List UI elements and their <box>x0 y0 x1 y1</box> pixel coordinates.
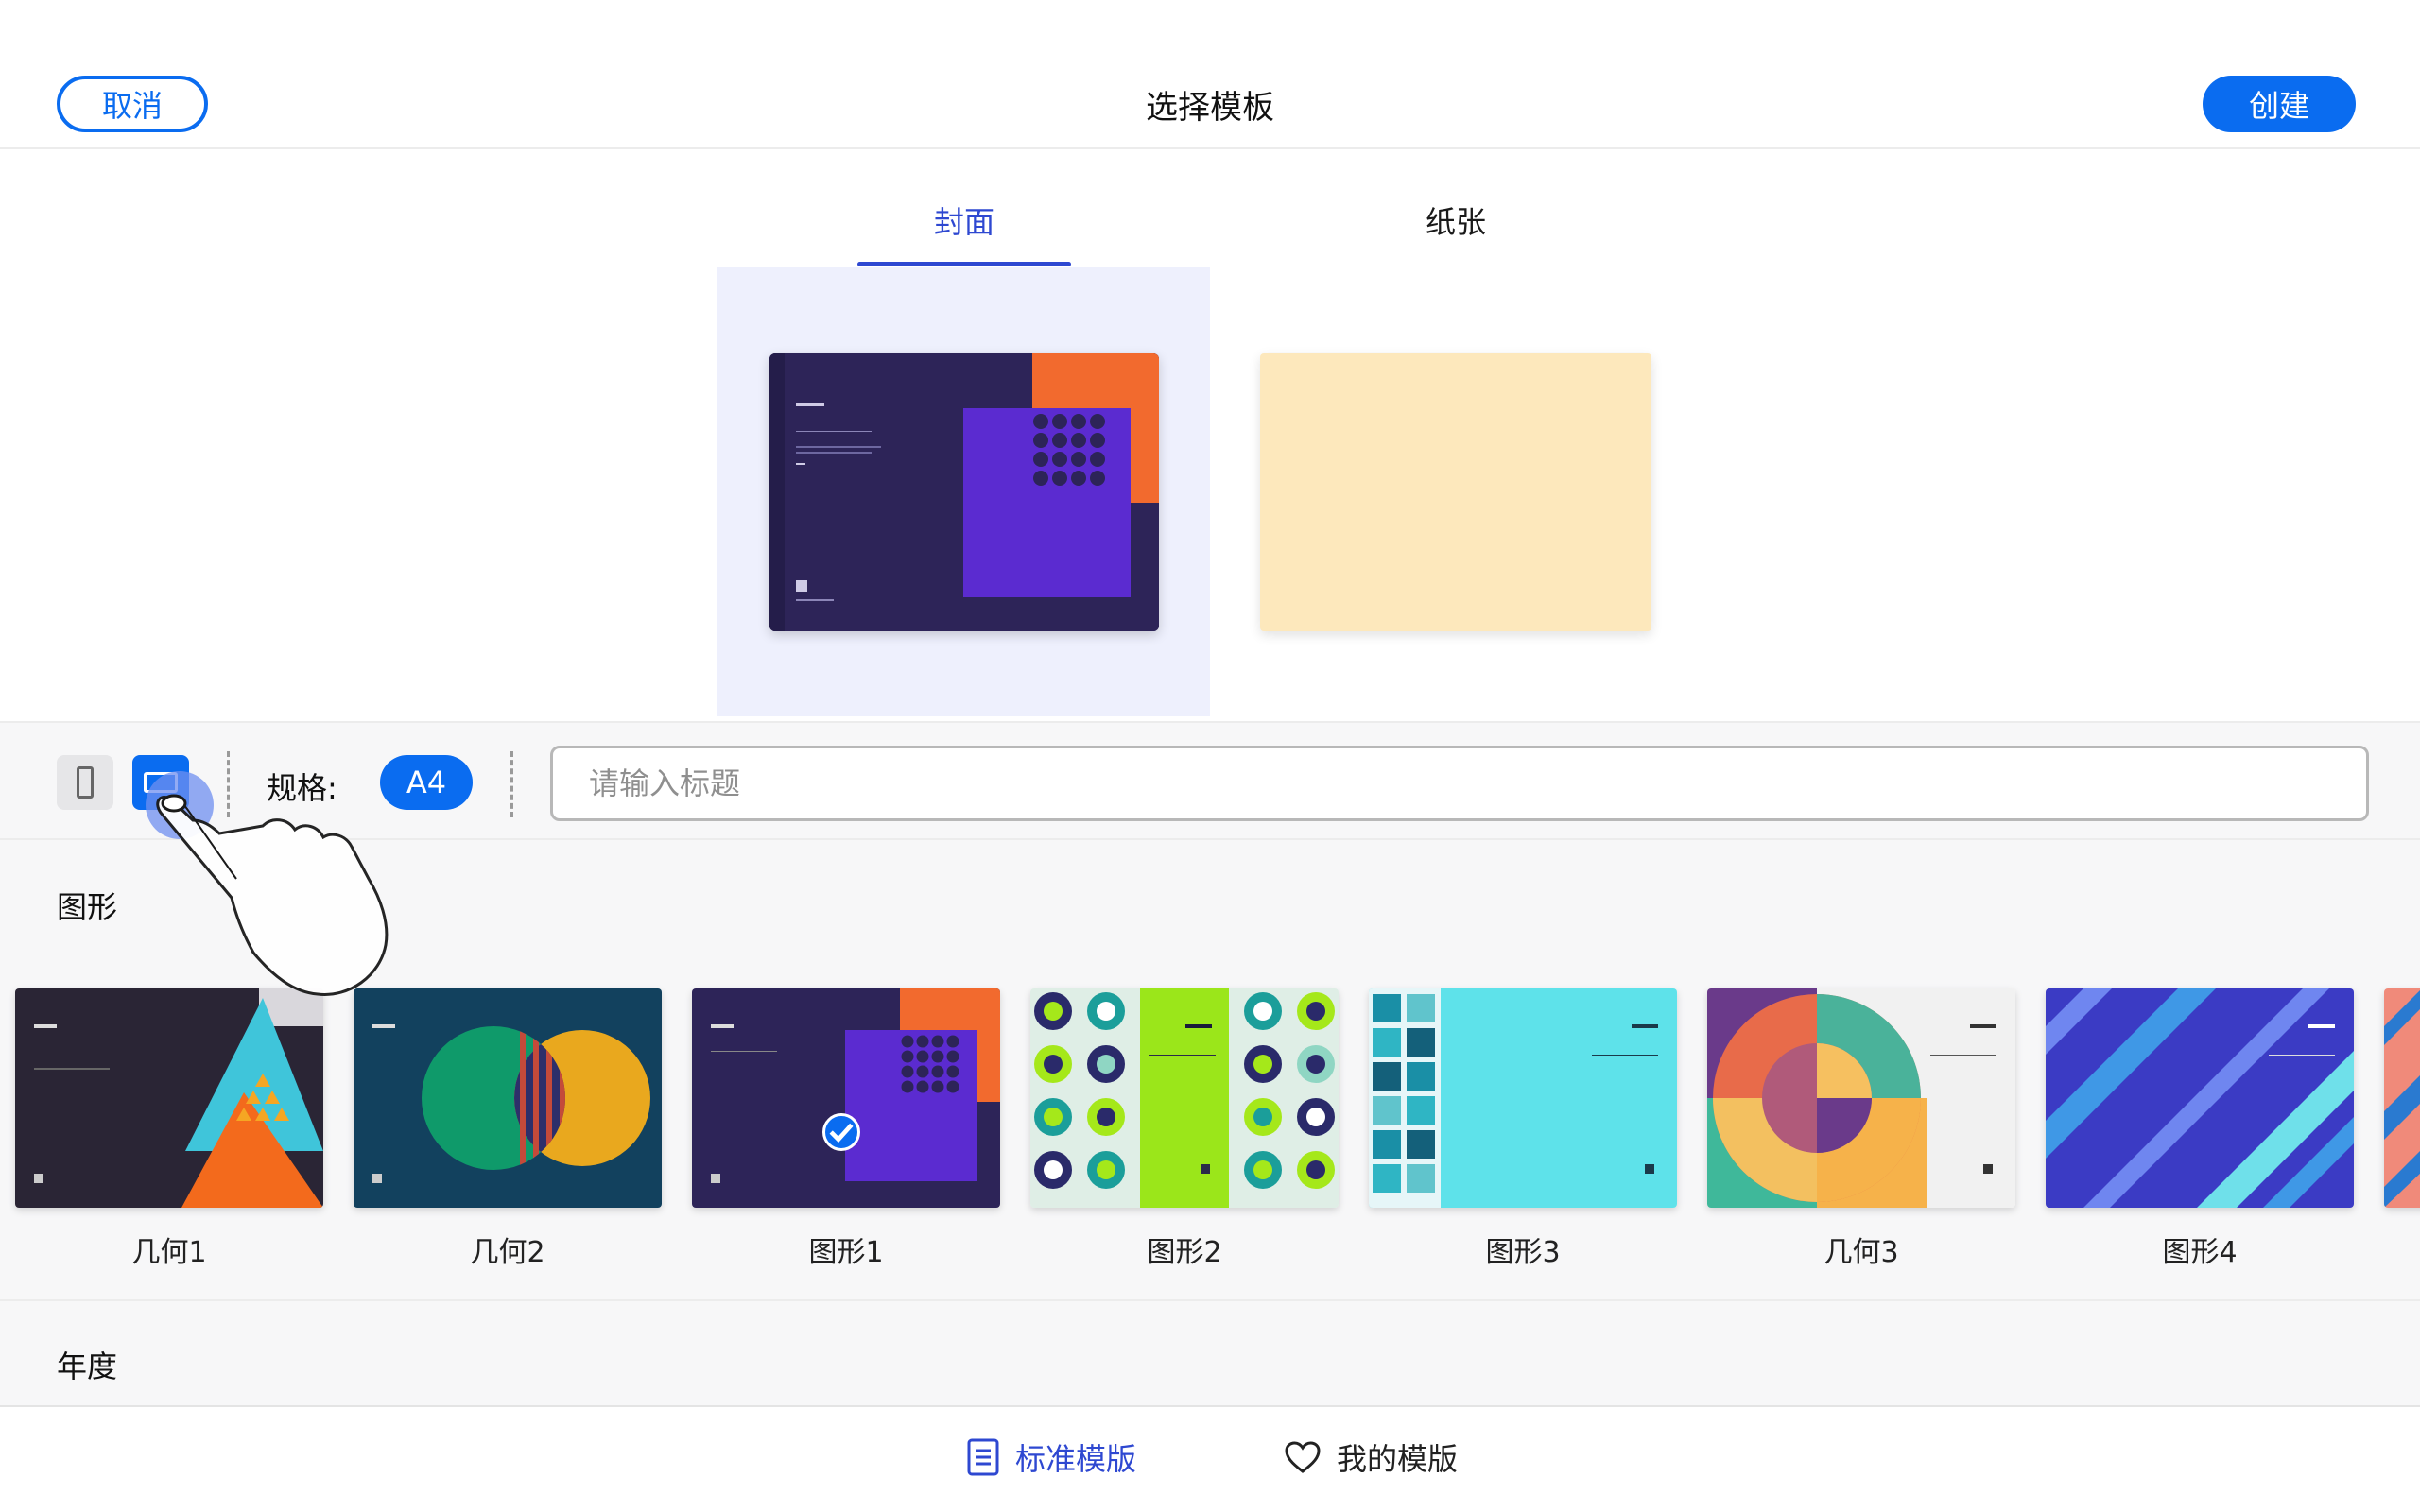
template-item[interactable]: 几何2 <box>354 988 662 1270</box>
spec-size-button[interactable]: A4 <box>380 755 473 810</box>
bottom-nav: 标准模版 我的模版 <box>0 1407 2420 1512</box>
portrait-icon <box>77 766 94 799</box>
template-item-partial[interactable] <box>2384 988 2420 1208</box>
template-thumbnail <box>1369 988 1677 1208</box>
tab-paper[interactable]: 纸张 <box>1347 198 1564 242</box>
template-thumbnail <box>15 988 323 1208</box>
template-item[interactable]: 图形4 <box>2046 988 2354 1270</box>
template-art <box>692 988 1000 1208</box>
template-art <box>2046 988 2354 1208</box>
selected-check-icon <box>822 1113 860 1151</box>
template-item[interactable]: 几何3 <box>1707 988 2015 1270</box>
nav-mine-label: 我的模版 <box>1337 1441 1459 1477</box>
template-label: 几何3 <box>1824 1236 1899 1269</box>
section-title-annual: 年度 <box>57 1349 118 1384</box>
template-thumbnail <box>354 988 662 1208</box>
template-art <box>354 988 662 1208</box>
portrait-orientation-button[interactable] <box>57 755 113 810</box>
template-label: 几何2 <box>470 1236 545 1269</box>
template-art <box>1369 988 1677 1208</box>
create-button[interactable]: 创建 <box>2203 76 2356 132</box>
landscape-icon <box>144 772 178 793</box>
template-art <box>2384 988 2420 1208</box>
template-list: 几何1 几何2 图形1 图形2 图形3 几何3 图形4 <box>0 988 2420 1272</box>
toolbar: 规格: A4 <box>0 721 2420 840</box>
landscape-orientation-button[interactable] <box>132 755 189 810</box>
template-thumbnail <box>1030 988 1339 1208</box>
template-label: 图形2 <box>1147 1236 1222 1269</box>
header-bar: 取消 选择模板 创建 <box>0 0 2420 149</box>
template-item[interactable]: 图形2 <box>1030 988 1339 1270</box>
template-label: 图形4 <box>2162 1236 2238 1269</box>
template-label: 几何1 <box>131 1236 207 1269</box>
tab-cover[interactable]: 封面 <box>856 198 1073 242</box>
heart-icon <box>1285 1441 1321 1473</box>
toolbar-divider <box>227 751 230 817</box>
cover-preview[interactable] <box>769 353 1159 631</box>
nav-standard-label: 标准模版 <box>1015 1441 1137 1477</box>
page-title: 选择模板 <box>1146 89 1274 127</box>
template-item[interactable]: 图形3 <box>1369 988 1677 1270</box>
template-thumbnail <box>692 988 1000 1208</box>
document-list-icon <box>967 1438 999 1476</box>
template-label: 图形1 <box>808 1236 884 1269</box>
paper-preview[interactable] <box>1260 353 1651 631</box>
template-label: 图形3 <box>1485 1236 1561 1269</box>
template-item-selected[interactable]: 图形1 <box>692 988 1000 1270</box>
template-art <box>1707 988 2015 1208</box>
template-gallery: 图形 几何1 几何2 图形1 图形2 图形3 几何3 图形4 <box>0 840 2420 1301</box>
template-art <box>15 988 323 1208</box>
cover-preview-art <box>769 353 1159 631</box>
template-thumbnail <box>2384 988 2420 1208</box>
nav-my-templates[interactable]: 我的模版 <box>1284 1435 1458 1479</box>
tab-active-indicator <box>857 262 1071 266</box>
section-title-graphics: 图形 <box>57 889 118 925</box>
template-thumbnail <box>2046 988 2354 1208</box>
toolbar-divider <box>510 751 513 817</box>
nav-standard-templates[interactable]: 标准模版 <box>966 1435 1136 1479</box>
spec-label: 规格: <box>267 770 337 806</box>
template-thumbnail <box>1707 988 2015 1208</box>
template-picker-screen: 取消 选择模板 创建 封面 纸张 规格: A4 请输入标题 图形 几何1 几何2… <box>0 0 2420 1512</box>
title-input[interactable] <box>550 746 2369 821</box>
template-art <box>1030 988 1339 1208</box>
template-item[interactable]: 几何1 <box>15 988 323 1270</box>
annual-section: 年度 <box>0 1301 2420 1407</box>
